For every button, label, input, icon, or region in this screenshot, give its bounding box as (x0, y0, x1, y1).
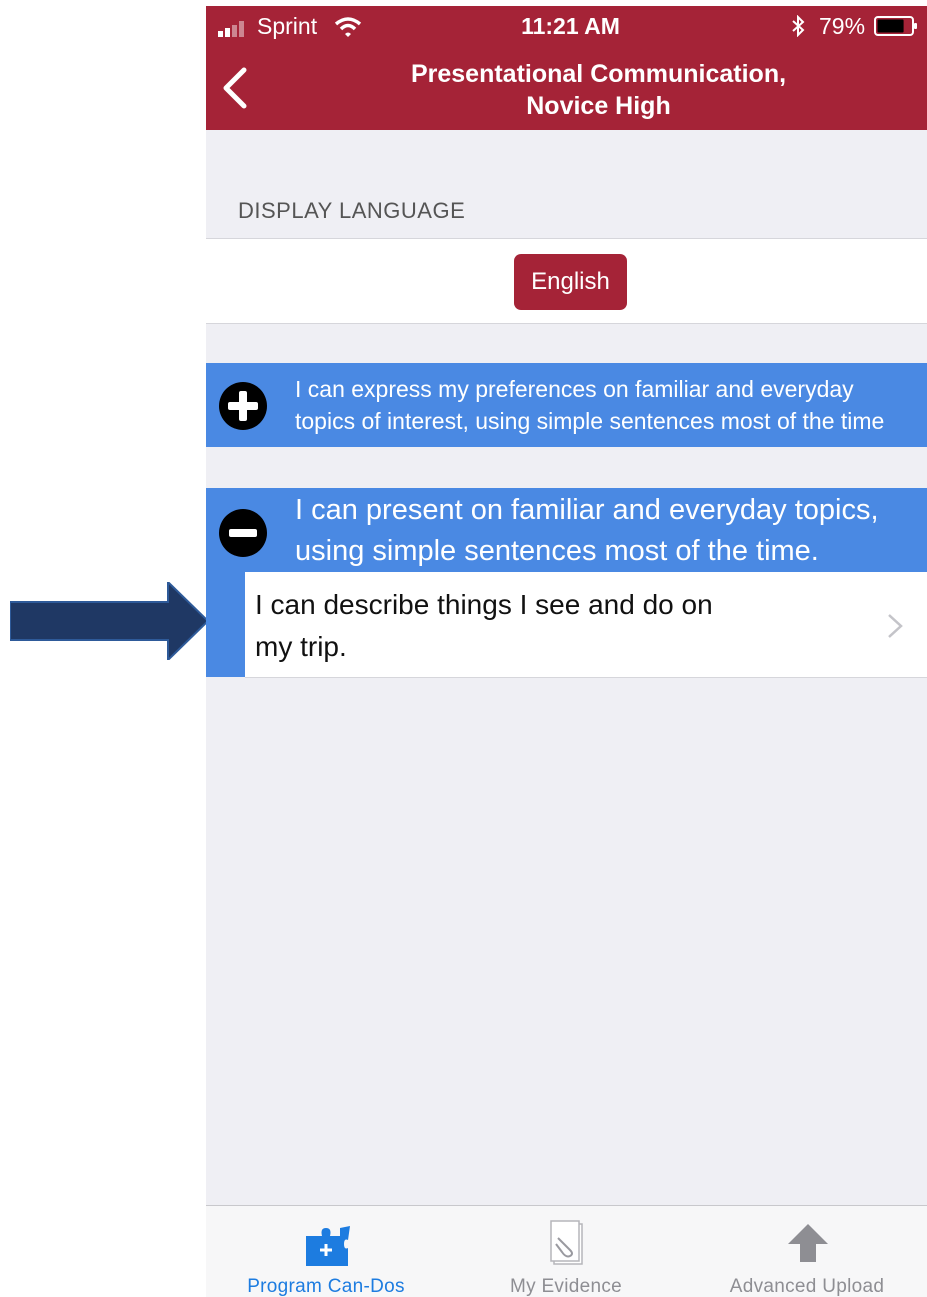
language-row: English (206, 238, 927, 324)
page-title-line2: Novice High (526, 92, 671, 120)
minus-circle-icon[interactable] (218, 508, 268, 558)
chevron-right-icon (888, 614, 903, 638)
sub-can-do-text-line1: I can describe things I see and do on (255, 589, 713, 620)
tab-my-evidence[interactable]: My Evidence (446, 1206, 686, 1297)
tab-label: Program Can-Dos (247, 1276, 405, 1297)
annotation-arrow-icon (10, 582, 208, 660)
tab-label: My Evidence (509, 1276, 623, 1297)
sub-can-do-text-line2: my trip. (255, 631, 347, 662)
status-bar: Sprint 11:21 AM 79% (206, 6, 927, 46)
sub-can-do-text: I can describe things I see and do on my… (255, 584, 815, 668)
tab-bar: Program Can-Dos My Evidence Advanced Upl… (206, 1205, 927, 1297)
sub-item-indent-strip (206, 572, 245, 677)
display-language-label: DISPLAY LANGUAGE (238, 198, 466, 223)
document-paperclip-icon (550, 1220, 583, 1265)
tab-advanced-upload[interactable]: Advanced Upload (687, 1206, 927, 1297)
language-english-button[interactable]: English (514, 254, 627, 310)
can-do-text-line2: using simple sentences most of the time. (295, 535, 819, 567)
can-do-text-line2: topics of interest, using simple sentenc… (295, 408, 885, 434)
can-do-row-expanded[interactable]: I can present on familiar and everyday t… (206, 488, 927, 572)
can-do-text-line1: I can express my preferences on familiar… (295, 376, 854, 402)
puzzle-piece-icon (306, 1226, 350, 1266)
nav-bar: Sprint 11:21 AM 79% Presentational Commu… (206, 6, 927, 130)
tab-program-can-dos[interactable]: Program Can-Dos (206, 1206, 446, 1297)
can-do-row-collapsed[interactable]: I can express my preferences on familiar… (206, 363, 927, 447)
tab-label: Advanced Upload (729, 1276, 885, 1297)
can-do-text: I can present on familiar and everyday t… (295, 490, 927, 572)
phone-screen: Sprint 11:21 AM 79% Presentational Commu… (206, 6, 927, 1297)
page-title: Presentational Communication, Novice Hig… (326, 58, 871, 122)
upload-arrow-icon (788, 1224, 828, 1262)
battery-percent: 79% (819, 13, 866, 39)
battery-icon (874, 16, 917, 36)
bluetooth-icon (792, 15, 805, 37)
can-do-text-line1: I can present on familiar and everyday t… (295, 494, 879, 526)
plus-circle-icon[interactable] (218, 381, 268, 431)
can-do-text: I can express my preferences on familiar… (295, 373, 927, 437)
page-title-line1: Presentational Communication, (410, 60, 787, 88)
sub-can-do-item[interactable]: I can describe things I see and do on my… (245, 572, 927, 678)
back-chevron-icon[interactable] (220, 66, 250, 110)
